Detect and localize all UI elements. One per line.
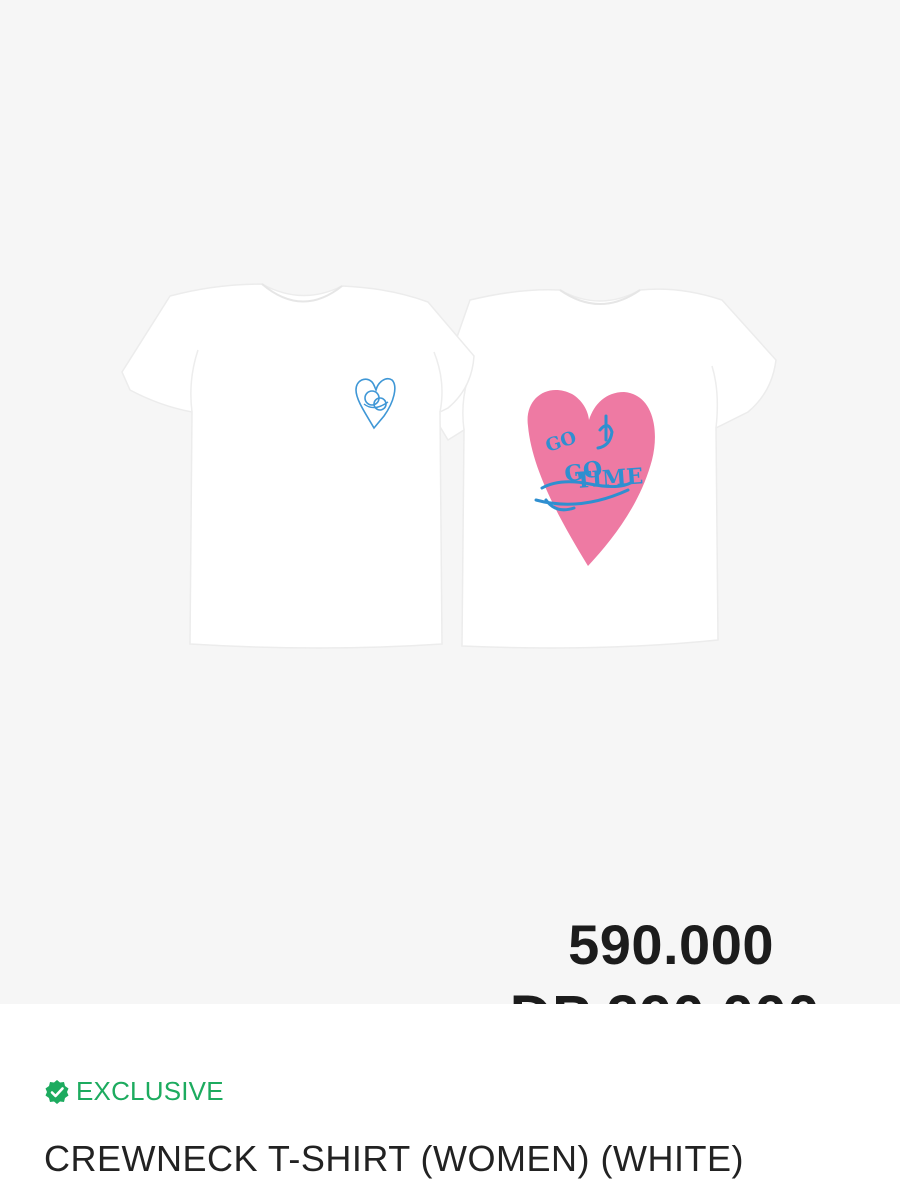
product-image[interactable]: GO GO TIME 590.000 DP 390.000 — [0, 0, 900, 1004]
price-block: 590.000 DP 390.000 — [510, 910, 820, 1004]
svg-text:TIME: TIME — [575, 463, 644, 494]
exclusive-label: EXCLUSIVE — [76, 1076, 224, 1106]
tshirt-front — [121, 283, 475, 649]
tshirt-back: GO GO TIME — [435, 288, 777, 649]
dp-price: DP 390.000 — [510, 980, 820, 1004]
product-title: CREWNECK T-SHIRT (WOMEN) (WHITE) — [44, 1138, 744, 1179]
original-price: 590.000 — [568, 913, 774, 976]
verified-check-icon — [44, 1079, 70, 1105]
exclusive-badge: EXCLUSIVE — [44, 1076, 224, 1107]
tshirt-illustration: GO GO TIME — [121, 283, 777, 649]
